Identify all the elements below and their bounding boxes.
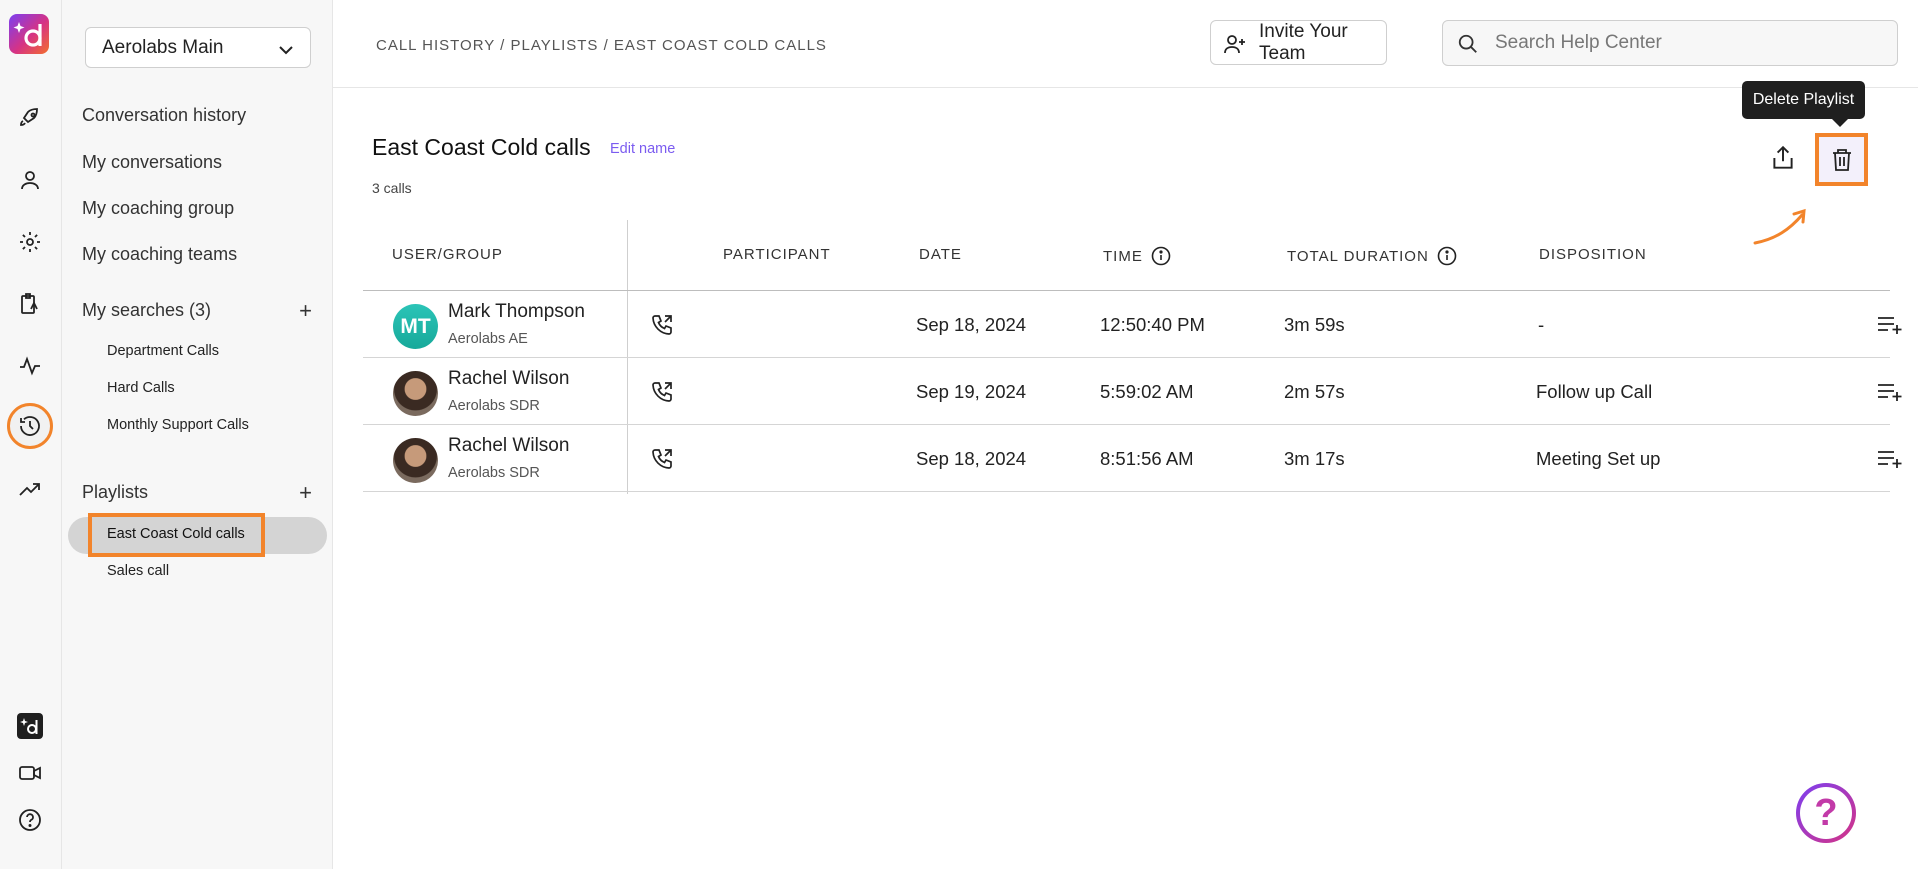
my-searches-label: My searches (3)	[82, 300, 212, 320]
info-icon[interactable]	[1151, 246, 1171, 266]
add-to-queue-icon[interactable]	[1877, 314, 1903, 336]
phone-outgoing-icon	[652, 449, 672, 469]
call-date: Sep 19, 2024	[916, 381, 1027, 402]
col-disposition[interactable]: DISPOSITION	[1539, 246, 1647, 263]
trash-icon	[1832, 148, 1851, 171]
call-date: Sep 18, 2024	[916, 314, 1027, 335]
help-search-input[interactable]: Search Help Center	[1442, 20, 1898, 66]
col-participant-label: PARTICIPANT	[723, 246, 831, 263]
table-row[interactable]: MT Mark Thompson Aerolabs AE Sep 18, 202…	[363, 291, 1902, 358]
playlist-item-sales-call[interactable]: Sales call	[107, 563, 169, 579]
search-item-department-calls[interactable]: Department Calls	[107, 343, 219, 359]
call-disposition: Meeting Set up	[1536, 448, 1661, 469]
call-date: Sep 18, 2024	[916, 448, 1027, 469]
avatar	[393, 438, 438, 483]
nav-my-conversations[interactable]: My conversations	[82, 152, 222, 173]
user-name[interactable]: Rachel Wilson	[448, 368, 569, 390]
icon-rail	[0, 0, 62, 869]
my-searches-header[interactable]: My searches (3) +	[82, 298, 312, 324]
call-disposition: -	[1538, 314, 1545, 335]
call-time: 5:59:02 AM	[1100, 381, 1194, 402]
user-name[interactable]: Rachel Wilson	[448, 435, 569, 457]
user-group: Aerolabs AE	[448, 331, 528, 347]
call-duration: 3m 17s	[1284, 448, 1345, 469]
rocket-icon[interactable]	[13, 101, 47, 135]
dialer-logo-icon[interactable]	[13, 709, 47, 743]
call-duration: 3m 59s	[1284, 314, 1345, 335]
col-date[interactable]: DATE	[919, 246, 962, 263]
add-playlist-icon[interactable]: +	[299, 480, 312, 506]
search-item-monthly-support-calls[interactable]: Monthly Support Calls	[107, 417, 249, 433]
playlists-label: Playlists	[82, 482, 149, 502]
nav-my-coaching-teams[interactable]: My coaching teams	[82, 244, 237, 265]
invite-team-label: Invite Your Team	[1259, 20, 1348, 64]
col-total-duration[interactable]: TOTAL DURATION	[1287, 246, 1457, 266]
search-item-hard-calls[interactable]: Hard Calls	[107, 380, 175, 396]
help-symbol: ?	[1814, 791, 1838, 834]
activity-icon[interactable]	[13, 349, 47, 383]
avatar: MT	[393, 304, 438, 349]
user-plus-icon	[1224, 35, 1245, 54]
avatar	[393, 371, 438, 416]
col-disposition-label: DISPOSITION	[1539, 246, 1647, 263]
help-circle-icon[interactable]	[13, 803, 47, 837]
delete-playlist-tooltip: Delete Playlist	[1742, 81, 1865, 127]
add-to-queue-icon[interactable]	[1877, 381, 1903, 403]
add-to-queue-icon[interactable]	[1877, 448, 1903, 470]
call-duration: 2m 57s	[1284, 381, 1345, 402]
history-icon[interactable]	[7, 403, 53, 449]
trending-icon[interactable]	[13, 472, 47, 506]
col-date-label: DATE	[919, 246, 962, 263]
phone-outgoing-icon	[652, 315, 672, 335]
video-icon[interactable]	[13, 756, 47, 790]
add-search-icon[interactable]: +	[299, 298, 312, 324]
playlist-title: East Coast Cold calls	[372, 134, 591, 160]
nav-my-coaching-group[interactable]: My coaching group	[82, 198, 234, 219]
phone-outgoing-icon	[652, 382, 672, 402]
col-user-group[interactable]: USER/GROUP	[392, 246, 503, 263]
info-icon[interactable]	[1437, 246, 1457, 266]
user-group: Aerolabs SDR	[448, 465, 540, 481]
table-header: USER/GROUP PARTICIPANT DATE TIME TOTAL D…	[363, 220, 1890, 291]
share-icon[interactable]	[1770, 144, 1796, 177]
user-icon[interactable]	[13, 163, 47, 197]
table-row[interactable]: Rachel Wilson Aerolabs SDR Sep 19, 2024 …	[363, 358, 1902, 425]
call-time: 8:51:56 AM	[1100, 448, 1194, 469]
call-time: 12:50:40 PM	[1100, 314, 1205, 335]
app: Aerolabs Main Conversation history My co…	[0, 0, 1918, 869]
call-disposition: Follow up Call	[1536, 381, 1653, 402]
workspace-select[interactable]: Aerolabs Main	[85, 27, 311, 68]
search-icon	[1458, 34, 1477, 53]
delete-playlist-button[interactable]	[1815, 133, 1868, 186]
help-button[interactable]: ?	[1796, 783, 1856, 843]
call-count: 3 calls	[372, 180, 412, 196]
clipboard-icon[interactable]	[13, 287, 47, 321]
edit-name-link[interactable]: Edit name	[610, 141, 675, 157]
col-user-group-label: USER/GROUP	[392, 246, 503, 263]
playlists-header[interactable]: Playlists +	[82, 480, 312, 506]
nav-conversation-history[interactable]: Conversation history	[82, 105, 246, 126]
user-group: Aerolabs SDR	[448, 398, 540, 414]
calls-table: USER/GROUP PARTICIPANT DATE TIME TOTAL D…	[363, 220, 1902, 494]
col-time-label: TIME	[1103, 247, 1143, 265]
app-logo-icon[interactable]	[9, 14, 49, 54]
gear-icon[interactable]	[13, 225, 47, 259]
help-search-placeholder: Search Help Center	[1495, 32, 1662, 53]
col-total-duration-label: TOTAL DURATION	[1287, 247, 1429, 265]
breadcrumb: CALL HISTORY / PLAYLISTS / EAST COAST CO…	[376, 37, 827, 54]
playlist-item-east-coast-cold-calls[interactable]: East Coast Cold calls	[107, 526, 245, 542]
col-participant[interactable]: PARTICIPANT	[723, 246, 831, 263]
top-bar: CALL HISTORY / PLAYLISTS / EAST COAST CO…	[333, 0, 1918, 88]
invite-team-button[interactable]: Invite Your Team	[1210, 20, 1387, 65]
chevron-down-icon	[279, 46, 293, 55]
secondary-sidebar: Aerolabs Main Conversation history My co…	[62, 0, 333, 869]
workspace-name: Aerolabs Main	[102, 36, 224, 58]
table-row[interactable]: Rachel Wilson Aerolabs SDR Sep 18, 2024 …	[363, 425, 1902, 492]
col-time[interactable]: TIME	[1103, 246, 1171, 266]
user-name[interactable]: Mark Thompson	[448, 301, 585, 323]
